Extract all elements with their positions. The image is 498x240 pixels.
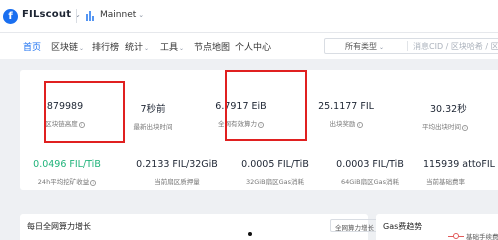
stat-value: 115939 attoFIL: [423, 159, 495, 170]
filscout-logo-icon[interactable]: f: [3, 9, 18, 24]
chevron-down-icon: ⌄: [144, 45, 150, 52]
top-bar: f FILscout ⌄ Mainnet ⌄: [0, 0, 498, 33]
chevron-down-icon: ⌄: [79, 45, 85, 52]
stat-value: 0.0496 FIL/TiB: [33, 159, 101, 170]
search-type-select[interactable]: 所有类型 ⌄: [345, 41, 384, 52]
chevron-down-icon: ⌄: [138, 11, 145, 19]
info-icon[interactable]: i: [90, 180, 97, 186]
stat-block-reward: 25.1177 FIL 出块奖励 i: [301, 101, 391, 128]
divider: [407, 41, 408, 51]
nav-ranking[interactable]: 排行榜: [92, 40, 119, 53]
nav-label: 个人中心: [235, 43, 272, 53]
stat-sector-pledge: 0.2133 FIL/32GiB 当前扇区质押量: [132, 159, 222, 186]
nav-label: 排行榜: [92, 43, 120, 53]
stat-label: 当前扇区质押量: [154, 178, 200, 186]
stat-value: 0.2133 FIL/32GiB: [136, 159, 218, 170]
info-icon[interactable]: i: [356, 122, 363, 128]
search-input[interactable]: 消息CID / 区块哈希 / 区块高: [413, 41, 498, 52]
stat-label: 64GiB扇区Gas消耗: [341, 178, 399, 186]
stat-value: 25.1177 FIL: [318, 101, 374, 112]
stat-label-text: 出块奖励: [329, 120, 356, 128]
stat-label-text: 24h平均挖矿收益: [37, 178, 90, 186]
stat-mining-yield: 0.0496 FIL/TiB 24h平均挖矿收益 i: [22, 159, 112, 186]
nav-label: 节点地图: [194, 43, 231, 53]
nav-blockchain[interactable]: 区块链⌄: [51, 40, 84, 53]
nav-label: 区块链: [51, 43, 79, 53]
stat-label-text: 平均出块时间: [422, 123, 461, 131]
power-growth-select[interactable]: 全网算力增长 ⌄: [330, 219, 380, 232]
search-type-label: 所有类型: [345, 42, 377, 51]
brand[interactable]: FILscout ⌄: [22, 9, 81, 20]
stat-avg-block-time: 30.32秒 平均出块时间 i: [414, 101, 498, 131]
select-label: 全网算力增长: [335, 224, 374, 232]
chevron-down-icon: ⌄: [379, 44, 385, 51]
network-name: Mainnet: [100, 10, 137, 20]
panel-title: Gas费趋势: [383, 222, 423, 231]
legend-label[interactable]: 基础手续费率: [466, 231, 498, 240]
stat-gas-32gib: 0.0005 FIL/TiB 32GiB扇区Gas消耗: [230, 159, 320, 186]
nav-tools[interactable]: 工具⌄: [160, 40, 184, 53]
stat-label: 平均出块时间 i: [422, 121, 498, 131]
stat-label: 32GiB扇区Gas消耗: [246, 178, 304, 186]
stat-base-fee: 115939 attoFIL 当前基础费率: [414, 159, 498, 186]
chart-point: [248, 232, 252, 236]
stat-label: 出块奖励 i: [301, 118, 391, 128]
power-growth-panel: 每日全网算力增长 全网算力增长 ⌄: [20, 214, 380, 240]
nav-label: 工具: [160, 43, 179, 53]
stat-gas-64gib: 0.0003 FIL/TiB 64GiB扇区Gas消耗: [325, 159, 415, 186]
panel-title: 每日全网算力增长: [27, 222, 91, 231]
stat-value: 0.0005 FIL/TiB: [241, 159, 309, 170]
highlight-box: [44, 81, 125, 143]
divider: [76, 9, 77, 23]
stat-label: 24h平均挖矿收益 i: [22, 176, 112, 186]
stat-value: 30.32秒: [430, 104, 467, 115]
logo-letter: f: [8, 11, 13, 22]
brand-name: FILscout: [22, 9, 72, 20]
stat-label: 当前基础费率: [426, 178, 465, 186]
highlight-box: [225, 70, 307, 141]
network-icon: [86, 11, 94, 21]
nav-bar: 首页 区块链⌄ 排行榜 统计⌄ 工具⌄ 节点地图 个人中心 所有类型 ⌄ 消息CI…: [0, 33, 498, 59]
legend-marker-icon[interactable]: [453, 233, 459, 239]
nav-personal-center[interactable]: 个人中心: [235, 40, 271, 53]
search-box: 所有类型⌄ 消息CID / 区块哈希 / 区块高: [324, 38, 498, 54]
info-icon[interactable]: i: [462, 125, 468, 131]
nav-label: 首页: [23, 43, 42, 53]
nav-home[interactable]: 首页: [23, 40, 41, 53]
chevron-down-icon: ⌄: [179, 45, 185, 52]
nav-node-map[interactable]: 节点地图: [194, 40, 230, 53]
network-selector[interactable]: Mainnet ⌄: [100, 10, 144, 20]
nav-label: 统计: [125, 43, 144, 53]
nav-statistics[interactable]: 统计⌄: [125, 40, 149, 53]
stat-value: 0.0003 FIL/TiB: [336, 159, 404, 170]
